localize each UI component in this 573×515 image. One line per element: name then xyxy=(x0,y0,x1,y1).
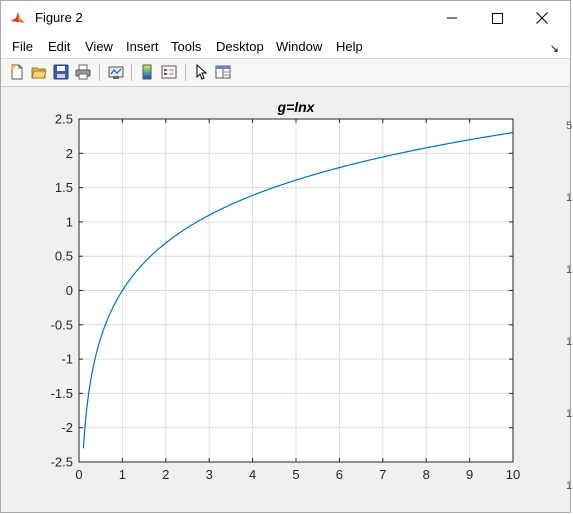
maximize-icon xyxy=(491,12,503,24)
edge-char: 1 xyxy=(566,408,573,420)
y-tick-label: 1 xyxy=(66,214,73,229)
print-button[interactable] xyxy=(74,63,92,81)
figure-toolbar xyxy=(1,59,570,87)
insert-legend-button[interactable] xyxy=(160,63,178,81)
dock-figure-icon[interactable]: ↘ xyxy=(550,42,559,55)
x-tick-label: 8 xyxy=(423,467,430,482)
y-tick-label: 0.5 xyxy=(55,249,73,264)
property-editor-button[interactable] xyxy=(214,63,232,81)
close-icon xyxy=(536,12,548,24)
x-tick-label: 1 xyxy=(119,467,126,482)
y-tick-label: -2 xyxy=(61,420,73,435)
x-tick-label: 7 xyxy=(379,467,386,482)
open-file-button[interactable] xyxy=(30,63,48,81)
link-plot-button[interactable] xyxy=(107,63,125,81)
insert-legend-icon xyxy=(161,65,177,79)
chart-title: g=lnx xyxy=(277,99,316,115)
matlab-icon xyxy=(11,12,25,23)
y-tick-label: -1.5 xyxy=(51,386,73,401)
open-file-icon xyxy=(31,67,47,79)
property-editor-icon xyxy=(215,65,231,79)
menu-view[interactable]: View xyxy=(85,39,113,54)
edge-char: 5 xyxy=(566,120,573,132)
menu-edit[interactable]: Edit xyxy=(48,39,70,54)
insert-colorbar-button[interactable] xyxy=(138,63,156,81)
pointer-icon xyxy=(196,64,208,80)
edge-char: 1 xyxy=(566,192,573,204)
y-tick-label: -2.5 xyxy=(51,455,73,470)
new-figure-button[interactable] xyxy=(8,63,26,81)
menu-insert[interactable]: Insert xyxy=(126,39,159,54)
x-tick-label: 0 xyxy=(75,467,82,482)
print-icon xyxy=(75,64,91,80)
y-tick-label: 0 xyxy=(66,283,73,298)
menu-bar: File Edit View Insert Tools Desktop Wind… xyxy=(1,35,570,59)
toolbar-separator xyxy=(185,64,186,81)
minimize-button[interactable] xyxy=(429,1,475,35)
menu-help[interactable]: Help xyxy=(336,39,363,54)
title-bar[interactable]: Figure 2 xyxy=(1,1,570,35)
toolbar-separator xyxy=(99,64,100,81)
menu-desktop[interactable]: Desktop xyxy=(216,39,264,54)
minimize-icon xyxy=(447,17,457,19)
menu-tools[interactable]: Tools xyxy=(171,39,201,54)
toolbar-separator xyxy=(131,64,132,81)
maximize-button[interactable] xyxy=(474,1,520,35)
figure-canvas: 0 1 2 3 4 5 6 7 8 9 10 -2.5 -2 -1.5 -1 -0.5 0 0.5 1 1.5 2 2.… xyxy=(5,87,564,502)
x-tick-label: 10 xyxy=(506,467,520,482)
link-plot-icon xyxy=(108,66,124,79)
x-tick-label: 6 xyxy=(336,467,343,482)
save-icon xyxy=(53,64,69,80)
y-tick-label: -0.5 xyxy=(51,317,73,332)
insert-colorbar-icon xyxy=(142,64,152,80)
figure-window: Figure 2 File Edit View Insert Tools Des… xyxy=(0,0,571,513)
menu-file[interactable]: File xyxy=(12,39,33,54)
x-tick-label: 5 xyxy=(292,467,299,482)
line-chart: 0 1 2 3 4 5 6 7 8 9 10 -2.5 -2 -1.5 -1 -0.5 0 0.5 1 1.5 2 2.… xyxy=(51,99,521,482)
x-tick-label: 4 xyxy=(249,467,256,482)
close-button[interactable] xyxy=(519,1,565,35)
menu-window[interactable]: Window xyxy=(276,39,322,54)
x-tick-label: 9 xyxy=(466,467,473,482)
x-tick-label: 3 xyxy=(206,467,213,482)
pointer-button[interactable] xyxy=(192,63,210,81)
y-tick-label: -1 xyxy=(61,352,73,367)
y-tick-label: 1.5 xyxy=(55,180,73,195)
save-button[interactable] xyxy=(52,63,70,81)
window-title: Figure 2 xyxy=(35,10,83,25)
edge-char: 1 xyxy=(566,480,573,492)
y-tick-label: 2 xyxy=(66,146,73,161)
edge-char: 1 xyxy=(566,264,573,276)
x-tick-label: 2 xyxy=(162,467,169,482)
y-tick-label: 2.5 xyxy=(55,112,73,127)
new-figure-icon xyxy=(11,64,23,80)
edge-char: 1 xyxy=(566,336,573,348)
